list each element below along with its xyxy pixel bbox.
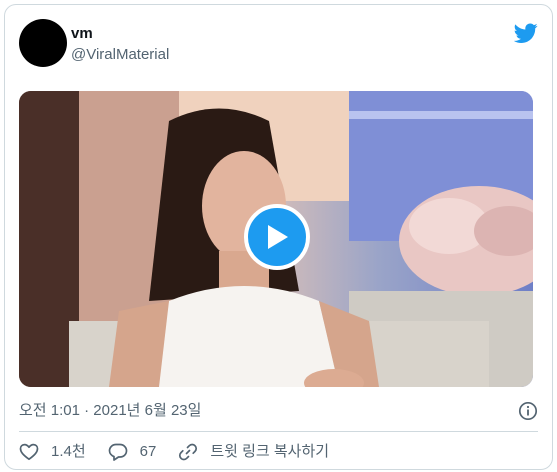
divider [19, 431, 538, 432]
reply-button[interactable]: 67 [108, 442, 157, 462]
tweet-card[interactable]: vm @ViralMaterial 오전 1:01 · 2021년 6월 23일… [4, 4, 553, 470]
twitter-bird-icon[interactable] [514, 21, 538, 45]
reply-count: 67 [139, 443, 157, 460]
play-button[interactable] [244, 204, 310, 270]
heart-icon [19, 443, 39, 461]
copy-link-label: 트윗 링크 복사하기 [210, 443, 330, 460]
video-thumbnail[interactable] [19, 91, 533, 387]
avatar[interactable] [19, 19, 67, 67]
tweet-header: vm @ViralMaterial [19, 19, 538, 71]
copy-link-button[interactable]: 트윗 링크 복사하기 [178, 442, 329, 462]
like-button[interactable]: 1.4천 [19, 442, 86, 462]
link-icon [179, 443, 198, 461]
author-names[interactable]: vm @ViralMaterial [71, 25, 169, 65]
like-count: 1.4천 [51, 443, 86, 460]
speech-bubble-icon [108, 443, 128, 461]
user-handle[interactable]: @ViralMaterial [71, 45, 169, 65]
info-icon[interactable] [518, 401, 538, 421]
display-name[interactable]: vm [71, 25, 169, 43]
action-bar: 1.4천 67 트윗 링크 복사하기 [19, 441, 351, 463]
tweet-timestamp[interactable]: 오전 1:01 · 2021년 6월 23일 [19, 402, 201, 419]
timestamp-row: 오전 1:01 · 2021년 6월 23일 [19, 401, 538, 421]
play-icon [268, 225, 288, 249]
